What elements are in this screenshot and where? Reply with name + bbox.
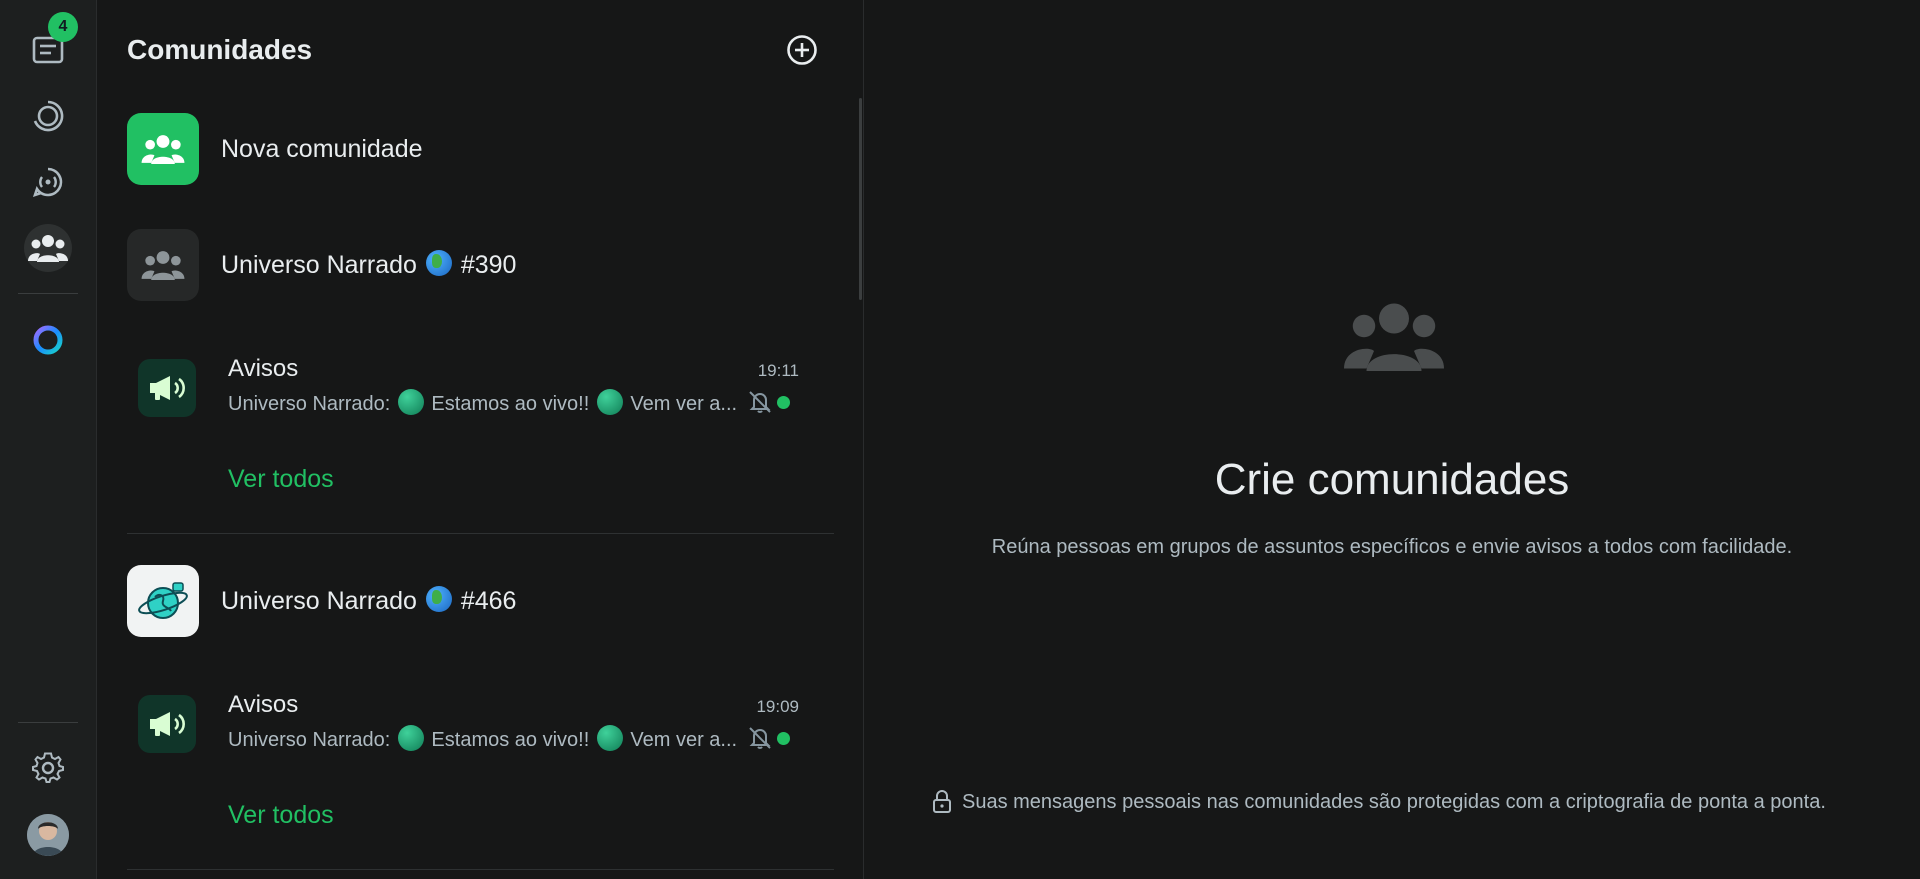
see-all-link[interactable]: Ver todos [228, 465, 334, 494]
community-divider [127, 533, 834, 534]
scrollbar[interactable] [859, 98, 862, 300]
channels-icon [32, 167, 63, 198]
encryption-note-text: Suas mensagens pessoais nas comunidades … [962, 790, 1826, 813]
chats-unread-badge: 4 [48, 12, 78, 42]
see-all-link[interactable]: Ver todos [228, 801, 334, 830]
community-avatar [127, 229, 199, 301]
announcement-group-item[interactable]: Avisos 19:09 Universo Narrado: Estamos a… [127, 685, 827, 765]
announcement-name: Avisos [228, 691, 299, 718]
communities-button[interactable] [24, 224, 72, 272]
globe-emoji-icon [425, 250, 452, 276]
empty-state-panel: Crie comunidades Reúna pessoas em grupos… [864, 0, 1920, 879]
community-divider [127, 869, 834, 870]
lock-icon [933, 790, 951, 813]
add-circle-icon [787, 35, 817, 65]
community-item[interactable]: Universo Narrado #390 [127, 229, 827, 301]
community-avatar [127, 565, 199, 637]
community-name: Universo Narrado #466 [221, 586, 517, 615]
community-name: Universo Narrado #390 [221, 250, 517, 279]
new-community-icon [127, 113, 199, 185]
new-community-item[interactable]: Nova comunidade [127, 113, 827, 185]
megaphone-icon [150, 712, 185, 736]
announcement-preview: Universo Narrado: Estamos ao vivo!! Vem … [228, 389, 763, 416]
page-title: Comunidades [127, 34, 313, 65]
planet-logo-icon [138, 582, 188, 619]
status-button[interactable] [24, 92, 72, 140]
community-item[interactable]: Universo Narrado #466 [127, 565, 827, 637]
communities-illustration-icon [1344, 303, 1444, 371]
nav-rail: 4 [0, 0, 97, 879]
green-circle-emoji-icon [596, 725, 623, 751]
green-circle-emoji-icon [397, 725, 424, 751]
unread-dot [777, 732, 790, 745]
communities-icon [28, 235, 68, 262]
globe-emoji-icon [425, 586, 452, 612]
rail-divider-bottom [18, 722, 78, 723]
rail-divider [18, 293, 78, 294]
announcement-preview: Universo Narrado: Estamos ao vivo!! Vem … [228, 725, 763, 752]
profile-avatar[interactable] [27, 814, 69, 856]
unread-dot [777, 396, 790, 409]
empty-state-subtitle: Reúna pessoas em grupos de assuntos espe… [991, 536, 1793, 558]
empty-state-title: Crie comunidades [1214, 455, 1570, 504]
meta-ai-button[interactable] [24, 316, 72, 364]
announcement-avatar [138, 695, 196, 753]
gear-icon [32, 752, 64, 783]
green-circle-emoji-icon [397, 389, 424, 415]
announcement-name: Avisos [228, 355, 299, 382]
chats-button[interactable]: 4 [24, 12, 78, 74]
group-icon [141, 251, 185, 280]
announcement-group-item[interactable]: Avisos 19:11 Universo Narrado: Estamos a… [127, 349, 827, 429]
communities-panel: Comunidades Nova comunidade Universo Nar… [97, 0, 864, 879]
announcement-time: 19:11 [757, 361, 799, 380]
muted-bell-icon [749, 391, 771, 413]
muted-bell-icon [749, 727, 771, 749]
announcement-avatar [138, 359, 196, 417]
new-community-label: Nova comunidade [221, 134, 423, 163]
avatar-photo [27, 814, 69, 856]
announcement-time: 19:09 [756, 697, 799, 716]
meta-ai-icon [33, 325, 63, 355]
megaphone-icon [150, 376, 185, 400]
status-icon [33, 100, 64, 132]
new-community-button[interactable] [785, 33, 819, 67]
encryption-note: Suas mensagens pessoais nas comunidades … [932, 790, 1826, 814]
channels-button[interactable] [24, 158, 72, 206]
green-circle-emoji-icon [596, 389, 623, 415]
settings-button[interactable] [24, 744, 72, 792]
group-icon [141, 135, 185, 164]
